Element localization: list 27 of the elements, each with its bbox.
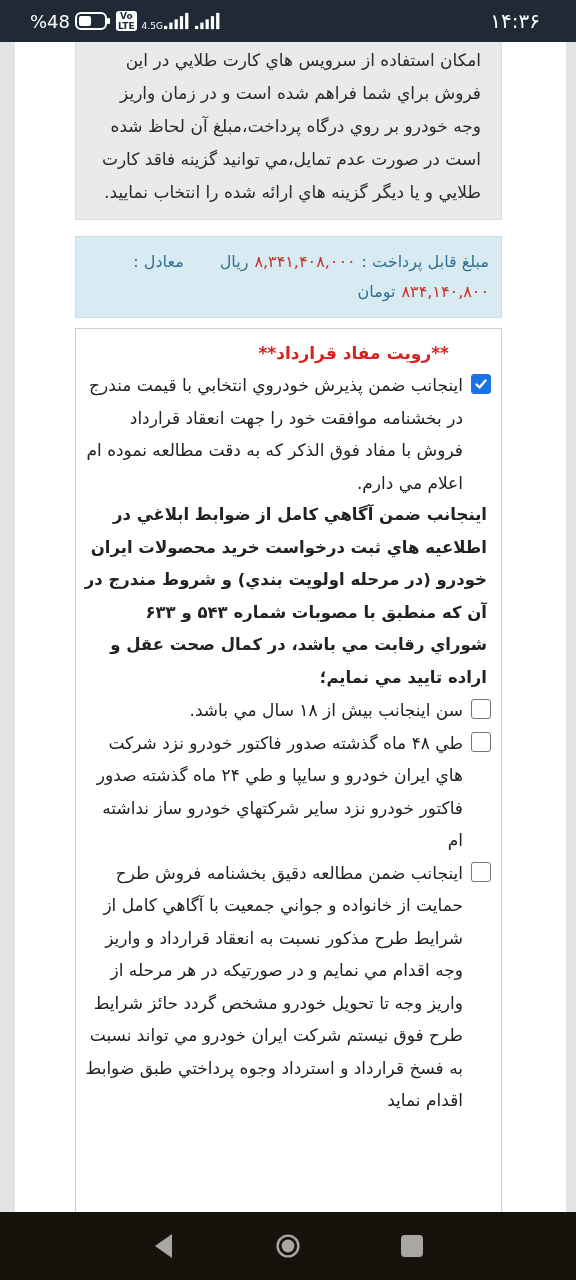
toman-unit: تومان [357, 281, 396, 304]
checkbox-label: اينجانب ضمن مطالعه دقيق بخشنامه فروش طرح حمايت از خانواده و جواني جمعيت با آگاهي كامل از شرايط طرح مذكور نسبت به انعقاد قرارداد و واريز وجه اقدام مي نمايم و در صورتيكه در هر مرحله از واريز وجه تا تحويل خودرو مشخص گردد حائز شرايط طرح فوق نيستم شركت ايران خودرو مي تواند نسبت به فسخ قرارداد و استرداد وجوه پرداختي طبق ضوابط اقدام نمايد [84, 861, 463, 1112]
rial-unit: ريال [219, 251, 249, 274]
checkbox[interactable] [471, 861, 491, 882]
notice-text: امكان استفاده از سرويس هاي كارت طلايي در اين فروش براي شما فراهم شده است و در زمان واريز وجه خودرو بر روي درگاه پرداخت،مبلغ آن لحاظ شده است در صورت عدم تمايل،مي توانيد گزينه فاقد كارت طلايي و يا ديگر گزينه هاي ارائه شده را انتخاب نماييد. [100, 49, 481, 205]
toman-amount: ۸۳۴,۱۴۰,۸۰۰ [401, 281, 489, 303]
checkmark-icon [473, 376, 489, 392]
statement-text: اينجانب ضمن آگاهي كامل از ضوابط ابلاغي در اطلاعيه هاي ثبت درخواست خريد محصولات ايران خودرو (در مرحله اولويت بندي) و شروط مندرج در آن كه منطبق با مصوبات شماره ۵۴۳ و ۶۳۳ شوراي رقابت مي باشد، در كمال صحت عقل و اراده تاييد مي نمايم؛ [84, 503, 489, 690]
payment-label: مبلغ قابل پرداخت : [361, 251, 489, 274]
checkbox-label: طي ۴۸ ماه گذشته صدور فاكتور خودرو نزد شركت هاي ايران خودرو و سايپا و طي ۲۴ ماه گذشته صدور فاكتور خودرو نزد ساير شركتهاي خودرو ساز نداشته ام [95, 731, 463, 852]
battery-icon [75, 12, 111, 30]
checkbox-label: اينجانب ضمن پذيرش خودروي انتخابي با قيمت مندرج در بخشنامه موافقت خود را جهت انعقاد قرارداد فروش با مفاد فوق الذكر كه به دقت مطالعه نموده ام اعلام مي دارم. [85, 374, 463, 496]
checkbox[interactable] [471, 374, 491, 394]
volte-badge: Vo LTE [116, 11, 137, 31]
recent-apps-icon[interactable] [400, 1232, 424, 1260]
checkbox[interactable] [471, 731, 491, 752]
equivalent-label: معادل : [133, 251, 184, 273]
home-icon[interactable] [276, 1232, 300, 1260]
checkbox[interactable] [471, 699, 491, 719]
contract-title: **رويت مفاد قرارداد** [257, 342, 449, 366]
network-type: 4.5G [141, 20, 163, 31]
signal-icon [194, 12, 221, 30]
clock: ۱۴:۳۶ [490, 9, 540, 33]
checkbox-label: سن اينجانب بيش از ۱۸ سال مي باشد. [188, 699, 463, 723]
battery-percent: %48 [30, 10, 70, 32]
signal-icon [163, 12, 190, 30]
rial-amount: ۸,۳۴۱,۴۰۸,۰۰۰ [254, 251, 356, 273]
